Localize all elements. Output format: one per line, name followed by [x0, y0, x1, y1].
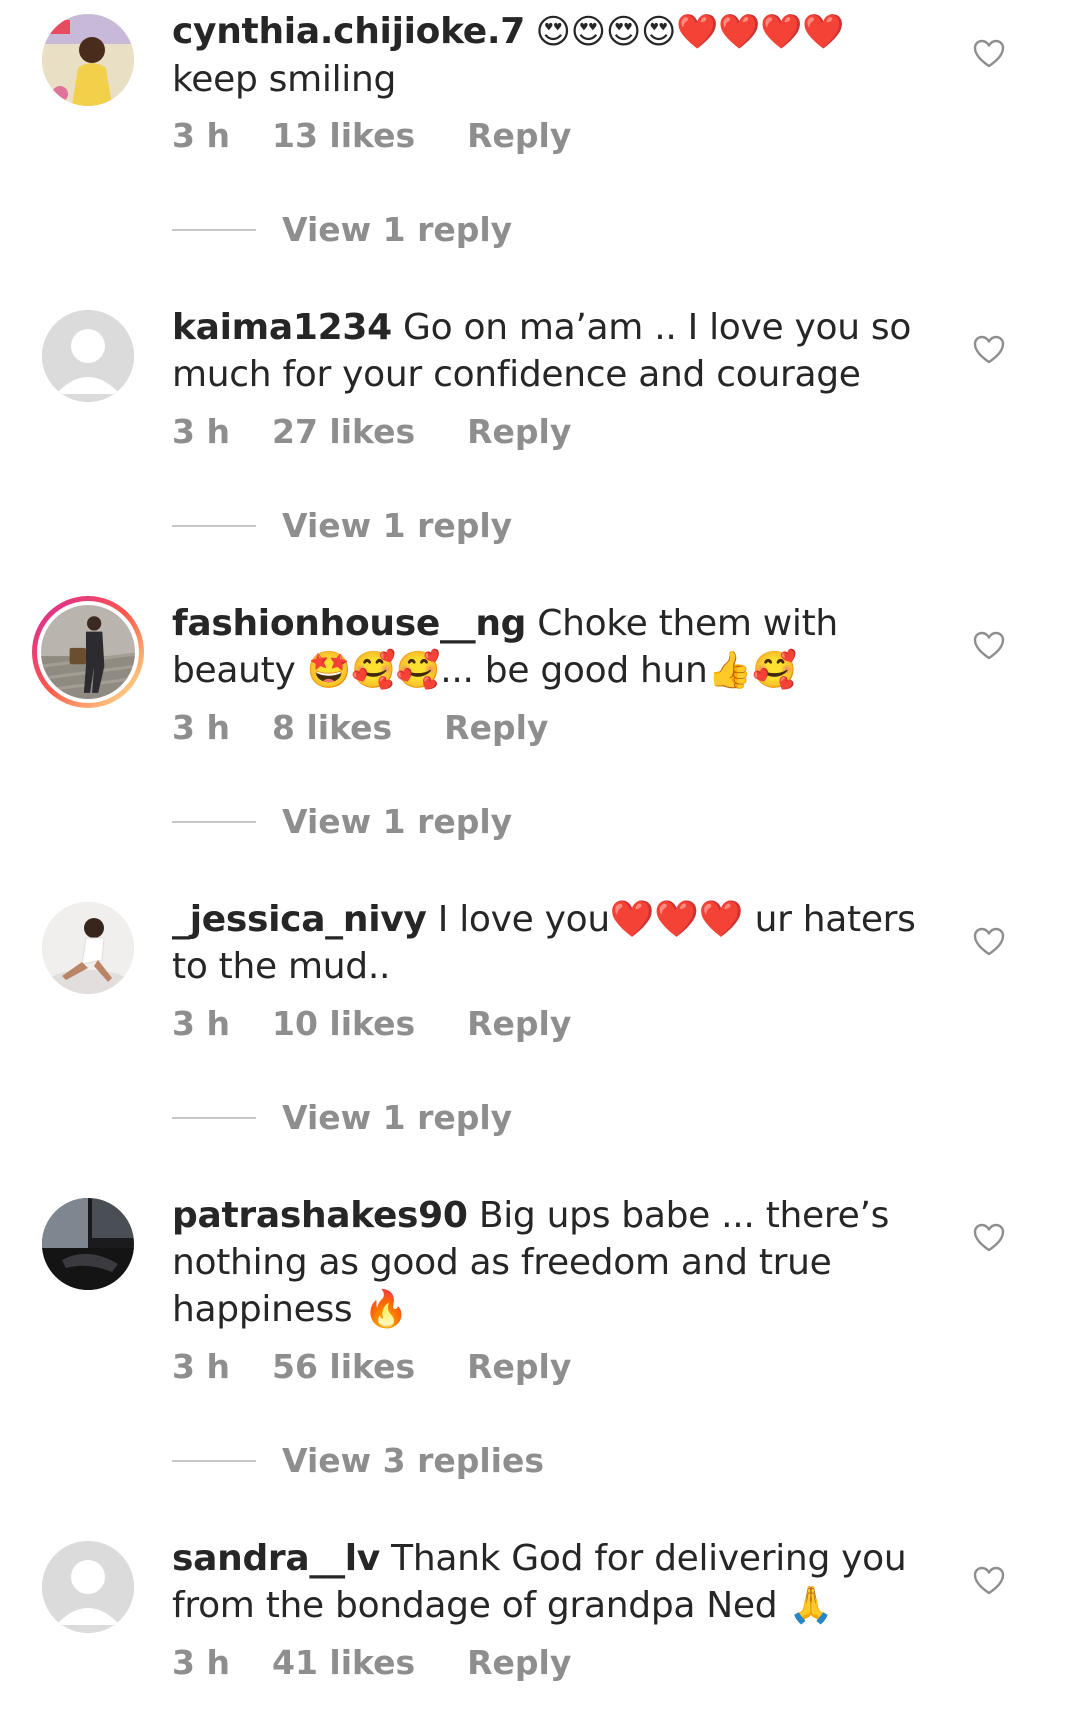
comment-time: 3 h: [172, 708, 230, 747]
avatar-photo: [42, 1198, 134, 1290]
comment-time: 3 h: [172, 1643, 230, 1682]
comment-likes[interactable]: 10 likes: [272, 1004, 415, 1043]
avatar-photo: [42, 14, 134, 106]
comment-text: kaima1234 Go on ma’am .. I love you so m…: [172, 304, 962, 398]
view-replies-label: View 1 reply: [282, 1098, 513, 1137]
view-replies-label: View 1 reply: [282, 210, 513, 249]
comment-meta: 3 h 56 likes Reply: [172, 1347, 571, 1386]
avatar[interactable]: [42, 1198, 134, 1290]
view-replies-label: View 1 reply: [282, 802, 513, 841]
view-replies-button[interactable]: View 1 reply: [172, 210, 512, 249]
comment-likes[interactable]: 13 likes: [272, 116, 415, 155]
comment-text: cynthia.chijioke.7 😍😍😍😍❤️❤️❤️❤️ keep smi…: [172, 8, 962, 103]
view-replies-label: View 1 reply: [282, 506, 513, 545]
comment-username[interactable]: patrashakes90: [172, 1195, 468, 1236]
heart-icon[interactable]: [973, 335, 1005, 365]
reply-button[interactable]: Reply: [467, 412, 571, 451]
comment-meta: 3 h 13 likes Reply: [172, 116, 571, 155]
comment-text: patrashakes90 Big ups babe ... there’s n…: [172, 1192, 962, 1333]
avatar-photo: [42, 902, 134, 994]
view-replies-button[interactable]: View 1 reply: [172, 506, 512, 545]
view-replies-divider: [172, 228, 256, 231]
avatar[interactable]: [42, 310, 134, 402]
comment-meta: 3 h 27 likes Reply: [172, 412, 571, 451]
comment-likes[interactable]: 8 likes: [272, 708, 392, 747]
avatar-photo: [41, 605, 135, 699]
view-replies-divider: [172, 1459, 256, 1462]
avatar[interactable]: [32, 596, 144, 708]
view-replies-divider: [172, 820, 256, 823]
comment-username[interactable]: kaima1234: [172, 307, 392, 348]
reply-button[interactable]: Reply: [467, 1004, 571, 1043]
comment-username[interactable]: cynthia.chijioke.7: [172, 11, 525, 52]
reply-button[interactable]: Reply: [467, 1347, 571, 1386]
heart-icon[interactable]: [973, 39, 1005, 69]
comments-list: cynthia.chijioke.7 😍😍😍😍❤️❤️❤️❤️ keep smi…: [0, 0, 1080, 1724]
comment-meta: 3 h 41 likes Reply: [172, 1643, 571, 1682]
avatar[interactable]: [42, 1541, 134, 1633]
heart-icon[interactable]: [973, 631, 1005, 661]
view-replies-divider: [172, 1116, 256, 1119]
view-replies-button[interactable]: View 1 reply: [172, 802, 512, 841]
comment-username[interactable]: fashionhouse__ng: [172, 603, 526, 644]
comment-time: 3 h: [172, 412, 230, 451]
comment-likes[interactable]: 41 likes: [272, 1643, 415, 1682]
avatar[interactable]: [42, 902, 134, 994]
comment-meta: 3 h 10 likes Reply: [172, 1004, 571, 1043]
comment-likes[interactable]: 56 likes: [272, 1347, 415, 1386]
comment-text: fashionhouse__ng Choke them with beauty …: [172, 600, 962, 694]
comment-likes[interactable]: 27 likes: [272, 412, 415, 451]
default-avatar-icon: [42, 310, 134, 402]
avatar[interactable]: [42, 14, 134, 106]
comment-time: 3 h: [172, 1347, 230, 1386]
reply-button[interactable]: Reply: [467, 1643, 571, 1682]
view-replies-button[interactable]: View 3 replies: [172, 1441, 544, 1480]
comment-username[interactable]: _jessica_nivy: [172, 899, 427, 940]
heart-icon[interactable]: [973, 1223, 1005, 1253]
comment-text: _jessica_nivy I love you❤️❤️❤️ ur haters…: [172, 896, 962, 990]
view-replies-button[interactable]: View 1 reply: [172, 1098, 512, 1137]
view-replies-label: View 3 replies: [282, 1441, 545, 1480]
comment-meta: 3 h 8 likes Reply: [172, 708, 548, 747]
comment-text: sandra__lv Thank God for delivering you …: [172, 1535, 962, 1629]
comment-emoji: 😍😍😍😍❤️❤️❤️❤️: [525, 12, 845, 52]
reply-button[interactable]: Reply: [444, 708, 548, 747]
default-avatar-icon: [42, 1541, 134, 1633]
comment-time: 3 h: [172, 116, 230, 155]
reply-button[interactable]: Reply: [467, 116, 571, 155]
heart-icon[interactable]: [973, 1566, 1005, 1596]
view-replies-divider: [172, 524, 256, 527]
comment-username[interactable]: sandra__lv: [172, 1538, 380, 1579]
comment-time: 3 h: [172, 1004, 230, 1043]
comment-body: keep smiling: [172, 59, 397, 100]
heart-icon[interactable]: [973, 927, 1005, 957]
